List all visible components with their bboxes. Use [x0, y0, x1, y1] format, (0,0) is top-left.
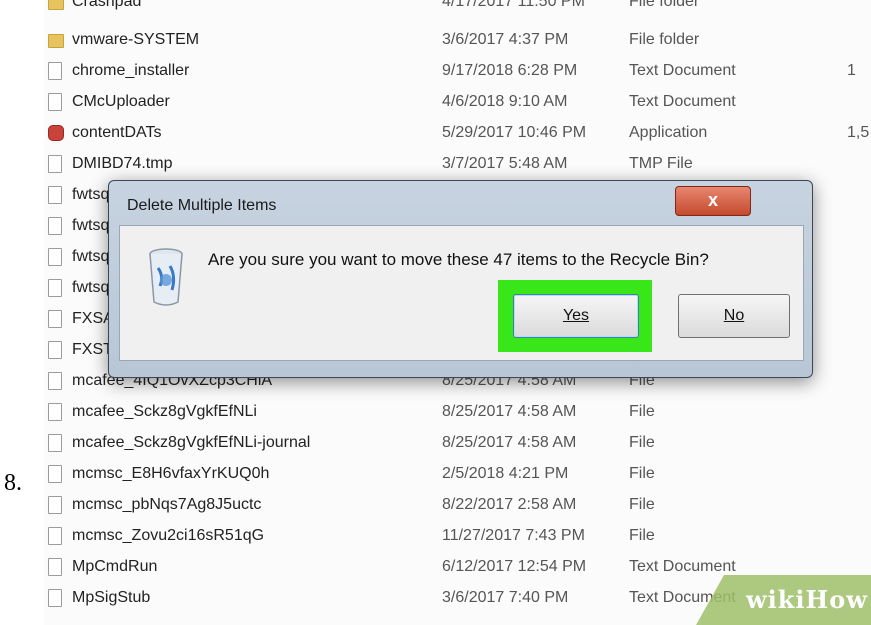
file-name: mcafee_Sckz8gVgkfEfNLi [72, 403, 257, 420]
file-icon [48, 186, 62, 204]
file-type: Application [629, 124, 708, 141]
file-icon [48, 434, 62, 452]
yes-button[interactable]: Yes [513, 294, 639, 338]
file-row[interactable]: Crashpad 4/17/2017 11:50 PM File folder [44, 0, 871, 17]
file-icon [48, 248, 62, 266]
file-date-modified: 3/6/2017 7:40 PM [442, 589, 569, 606]
file-name: DMIBD74.tmp [72, 155, 173, 172]
file-name: fwtsq [72, 279, 110, 296]
step-number: 8. [4, 470, 22, 496]
file-name: mcafee_Sckz8gVgkfEfNLi-journal [72, 434, 311, 451]
file-name: fwtsq [72, 248, 110, 265]
file-icon [48, 62, 62, 80]
file-name: CMcUploader [72, 93, 170, 110]
dialog-body: Are you sure you want to move these 47 i… [119, 225, 804, 361]
file-name: chrome_installer [72, 62, 190, 79]
file-name: MpSigStub [72, 589, 151, 606]
file-icon [48, 403, 62, 421]
yes-button-highlight: Yes [498, 280, 652, 352]
file-icon [48, 372, 62, 390]
wikihow-logo: wikiHow [746, 585, 868, 614]
file-icon [48, 279, 62, 297]
file-type: TMP File [629, 155, 693, 172]
file-type: File [629, 403, 655, 420]
no-label: No [723, 307, 745, 324]
folder-icon [48, 0, 64, 10]
file-icon [48, 93, 62, 111]
file-date-modified: 8/25/2017 4:58 AM [442, 403, 577, 420]
file-icon [48, 341, 62, 359]
file-row[interactable]: mcmsc_Zovu2ci16sR51qG 11/27/2017 7:43 PM F… [44, 520, 871, 551]
file-type: Text Document [629, 62, 736, 79]
file-icon [48, 465, 62, 483]
file-type: File [629, 434, 655, 451]
file-date-modified: 2/5/2018 4:21 PM [442, 465, 569, 482]
file-name: mcmsc_Zovu2ci16sR51qG [72, 527, 265, 544]
file-icon [48, 558, 62, 576]
file-name: Crashpad [72, 0, 142, 10]
file-size: 1 [847, 62, 856, 79]
file-type: File [629, 496, 655, 513]
file-date-modified: 5/29/2017 10:46 PM [442, 124, 587, 141]
file-name: contentDATs [72, 124, 162, 141]
file-row[interactable]: CMcUploader 4/6/2018 9:10 AM Text Document [44, 86, 871, 117]
yes-label: Yes [562, 307, 590, 324]
file-date-modified: 9/17/2018 6:28 PM [442, 62, 578, 79]
file-icon [48, 310, 62, 328]
file-row[interactable]: mcmsc_E8H6vfaxYrKUQ0h 2/5/2018 4:21 PM Fil… [44, 458, 871, 489]
file-name: vmware-SYSTEM [72, 31, 200, 48]
file-type: File folder [629, 0, 700, 10]
file-icon [48, 589, 62, 607]
file-row[interactable]: vmware-SYSTEM 3/6/2017 4:37 PM File folder [44, 24, 871, 55]
dialog-title: Delete Multiple Items [127, 197, 277, 214]
file-name: fwtsq [72, 217, 110, 234]
file-date-modified: 4/6/2018 9:10 AM [442, 93, 568, 110]
file-row[interactable]: mcafee_Sckz8gVgkfEfNLi-journal 8/25/2017 … [44, 427, 871, 458]
file-icon [48, 527, 62, 545]
file-date-modified: 11/27/2017 7:43 PM [442, 527, 585, 544]
file-type: Text Document [629, 93, 736, 110]
folder-icon [48, 34, 64, 48]
file-date-modified: 3/6/2017 4:37 PM [442, 31, 569, 48]
file-name: fwtsq [72, 186, 110, 203]
file-icon [48, 155, 62, 173]
file-size: 1,5 [847, 124, 870, 141]
file-row[interactable]: mcafee_Sckz8gVgkfEfNLi 8/25/2017 4:58 AM F… [44, 396, 871, 427]
close-button[interactable]: x [675, 186, 751, 216]
file-type: File [629, 527, 655, 544]
file-date-modified: 8/22/2017 2:58 AM [442, 496, 577, 513]
wikihow-watermark: wikiHow [696, 575, 871, 625]
app-icon [48, 125, 64, 141]
recycle-bin-icon [149, 248, 183, 306]
file-date-modified: 3/7/2017 5:48 AM [442, 155, 568, 172]
file-row[interactable]: DMIBD74.tmp 3/7/2017 5:48 AM TMP File [44, 148, 871, 179]
file-type: File [629, 465, 655, 482]
file-date-modified: 8/25/2017 4:58 AM [442, 434, 577, 451]
file-name: mcmsc_pbNqs7Ag8J5uctc [72, 496, 262, 513]
file-name: MpCmdRun [72, 558, 158, 575]
file-icon [48, 217, 62, 235]
dialog-message: Are you sure you want to move these 47 i… [208, 250, 709, 269]
no-button[interactable]: No [678, 294, 790, 338]
file-row[interactable]: chrome_installer 9/17/2018 6:28 PM Text Do… [44, 55, 871, 86]
delete-dialog: Delete Multiple Items x Are you sure you… [108, 180, 813, 378]
file-row[interactable]: mcmsc_pbNqs7Ag8J5uctc 8/22/2017 2:58 AM Fi… [44, 489, 871, 520]
file-row[interactable]: contentDATs 5/29/2017 10:46 PM Application… [44, 117, 871, 148]
file-date-modified: 6/12/2017 12:54 PM [442, 558, 587, 575]
file-type: File folder [629, 31, 700, 48]
file-name: mcmsc_E8H6vfaxYrKUQ0h [72, 465, 270, 482]
file-date-modified: 4/17/2017 11:50 PM [442, 0, 585, 10]
file-icon [48, 496, 62, 514]
